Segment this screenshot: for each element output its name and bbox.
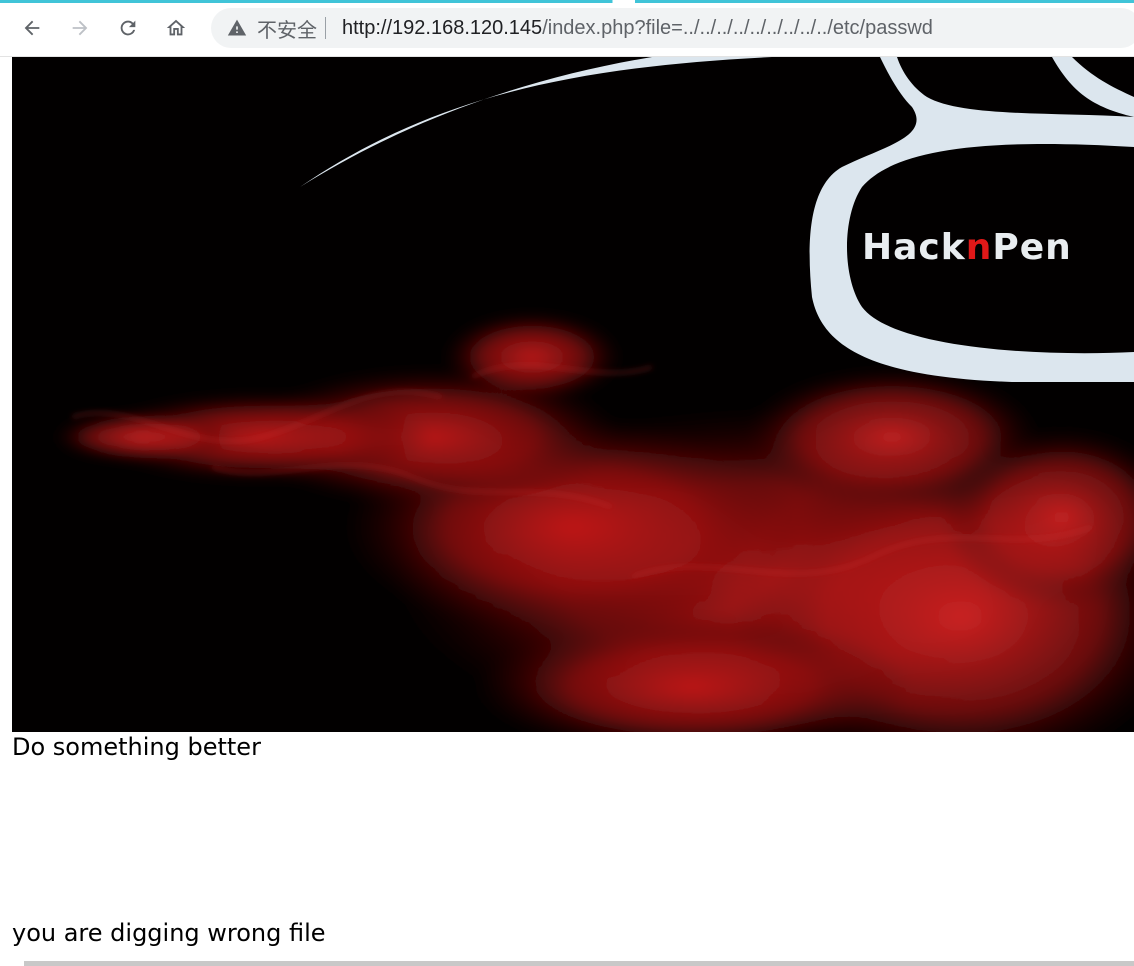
reload-icon [120,20,136,36]
arrow-right-icon [72,20,88,36]
home-icon [166,19,186,36]
forward-button[interactable] [62,10,98,46]
address-divider [325,17,326,39]
page-content: HacknPen Do something better you are dig… [0,57,1134,966]
page-load-progress [0,0,1134,3]
url-host: http://192.168.120.145 [342,16,543,39]
horizontal-scrollbar[interactable] [24,961,1134,966]
hacknpen-logo-text: HacknPen [862,227,1072,268]
hacknpen-banner-image: HacknPen [12,57,1134,732]
reload-button[interactable] [110,10,146,46]
warning-icon[interactable] [227,18,247,38]
security-status-label[interactable]: 不安全 [257,14,317,43]
home-button[interactable] [158,10,194,46]
url-path: /index.php?file=../../../../../../../../… [542,16,933,39]
back-button[interactable] [14,10,50,46]
url-text[interactable]: http://192.168.120.145/index.php?file=..… [342,17,933,40]
message-do-something-better: Do something better [12,733,261,761]
address-bar[interactable]: 不安全 http://192.168.120.145/index.php?fil… [211,8,1134,48]
browser-toolbar: 不安全 http://192.168.120.145/index.php?fil… [0,0,1134,57]
arrow-left-icon [24,20,40,36]
message-wrong-file: you are digging wrong file [12,919,326,947]
